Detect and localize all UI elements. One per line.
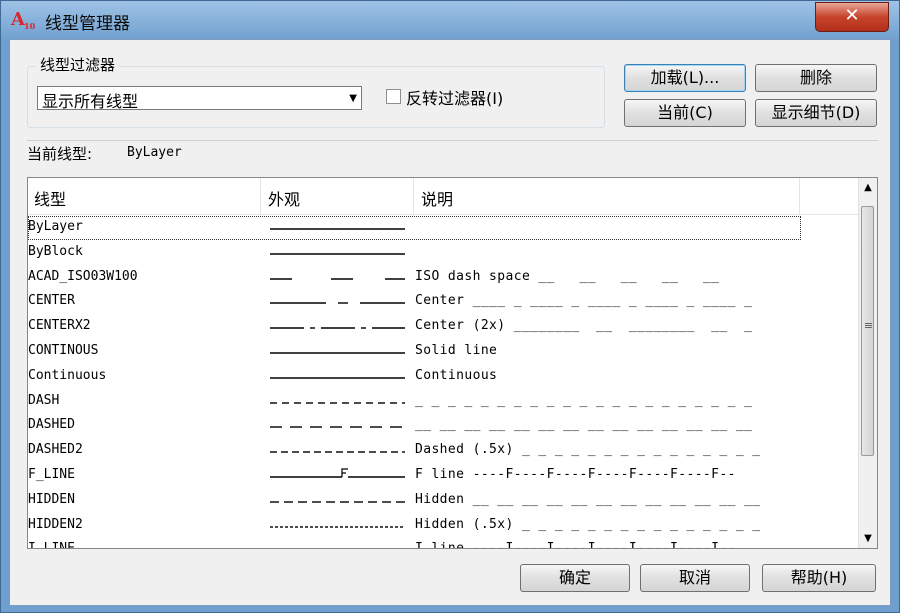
linetype-appearance	[270, 253, 405, 255]
table-row[interactable]: ByLayer	[28, 216, 860, 241]
load-button[interactable]: 加载(L)...	[624, 64, 746, 92]
close-button[interactable]: ✕	[815, 2, 889, 32]
show-details-button[interactable]: 显示细节(D)	[755, 99, 877, 127]
linetype-appearance	[270, 377, 405, 379]
linetype-description: ISO dash space __ __ __ __ __	[415, 268, 720, 284]
dropdown-arrow-icon: ▼	[349, 93, 357, 104]
scroll-up-icon[interactable]: ▲	[859, 182, 877, 193]
linetype-appearance	[270, 501, 405, 503]
linetype-description: Center (2x) ________ __ ________ __ _	[415, 318, 753, 334]
dialog-body: 线型过滤器 显示所有线型 ▼ 反转过滤器(I) 加载(L)... 删除 当前(C…	[9, 39, 891, 606]
title-bar[interactable]: A 10 线型管理器 ✕	[1, 1, 900, 39]
linetype-appearance	[270, 352, 405, 354]
table-row[interactable]: DASHED __ __ __ __ __ __ __ __ __ __ __ _…	[28, 414, 860, 439]
linetype-name: ACAD_ISO03W100	[28, 268, 138, 284]
linetype-name: Continuous	[28, 367, 107, 383]
linetype-description: Hidden (.5x) _ _ _ _ _ _ _ _ _ _ _ _ _ _…	[415, 516, 761, 532]
column-divider[interactable]	[413, 178, 414, 214]
invert-filter-checkbox[interactable]	[386, 89, 401, 104]
table-row[interactable]: Continuous Continuous	[28, 365, 860, 390]
table-row[interactable]: DASH _ _ _ _ _ _ _ _ _ _ _ _ _ _ _ _ _ _ …	[28, 390, 860, 415]
linetype-name: ByBlock	[28, 243, 83, 259]
table-row[interactable]: CENTERX2 Center (2x) ________ __ ________…	[28, 315, 860, 340]
cancel-button[interactable]: 取消	[640, 564, 750, 592]
linetype-name: CENTER	[28, 293, 75, 309]
linetype-appearance	[270, 327, 405, 329]
row-focus-outline	[28, 216, 801, 240]
linetype-name: ByLayer	[28, 219, 83, 234]
linetype-list[interactable]: 线型 外观 说明 ByLayer ByBlock ACAD_ISO03W100 ISO…	[27, 177, 878, 549]
linetype-description: Continuous	[415, 367, 498, 383]
linetype-appearance	[270, 302, 405, 305]
table-row[interactable]: CENTER Center ____ _ ____ _ ____ _ ____ _…	[28, 290, 860, 315]
linetype-name: I_LINE	[28, 541, 75, 549]
linetype-name: HIDDEN2	[28, 516, 83, 532]
invert-filter-label[interactable]: 反转过滤器(I)	[406, 85, 503, 109]
table-row[interactable]: ACAD_ISO03W100 ISO dash space __ __ __ __…	[28, 266, 860, 291]
linetype-appearance	[270, 525, 403, 528]
scroll-thumb[interactable]: ≡	[861, 206, 874, 456]
linetype-manager-window: A 10 线型管理器 ✕ 线型过滤器 显示所有线型 ▼ 反转过滤器(I) 加载(L…	[0, 0, 900, 613]
table-row[interactable]: I_LINE I line ----I----I----I----I----I--…	[28, 538, 860, 549]
delete-button[interactable]: 删除	[755, 64, 877, 92]
linetype-name: F_LINE	[28, 467, 75, 482]
linetype-name: CONTINOUS	[28, 343, 99, 358]
linetype-name: CENTERX2	[28, 318, 91, 334]
linetype-appearance	[270, 426, 402, 429]
linetype-filter-dropdown[interactable]: 显示所有线型 ▼	[37, 86, 362, 111]
grip-icon: ≡	[863, 319, 874, 332]
linetype-appearance	[270, 277, 405, 280]
help-button[interactable]: 帮助(H)	[762, 564, 876, 592]
column-header-description[interactable]: 说明	[421, 186, 453, 210]
linetype-name: DASHED	[28, 417, 75, 433]
linetype-description: __ __ __ __ __ __ __ __ __ __ __ __ __ _…	[415, 417, 753, 433]
filter-selected-value: 显示所有线型	[42, 92, 139, 111]
table-row[interactable]: CONTINOUS Solid line	[28, 340, 860, 365]
linetype-appearance	[270, 541, 405, 549]
linetype-name: HIDDEN	[28, 491, 75, 507]
linetype-description: F line ----F----F----F----F----F----F--	[415, 467, 736, 482]
table-row[interactable]: ByBlock	[28, 241, 860, 266]
table-row[interactable]: DASHED2 Dashed (.5x) _ _ _ _ _ _ _ _ _ _ …	[28, 439, 860, 464]
linetype-glyph-f	[341, 468, 348, 477]
column-divider[interactable]	[260, 178, 261, 214]
current-linetype-label: 当前线型:	[27, 145, 93, 163]
table-row[interactable]: HIDDEN Hidden __ __ __ __ __ __ __ __ __ …	[28, 489, 860, 514]
linetype-filter-label: 线型过滤器	[36, 54, 120, 75]
list-header: 线型 外观 说明	[28, 178, 860, 215]
linetype-description: Hidden __ __ __ __ __ __ __ __ __ __ __ …	[415, 491, 761, 507]
linetype-description: _ _ _ _ _ _ _ _ _ _ _ _ _ _ _ _ _ _ _ _ …	[415, 392, 753, 408]
scroll-down-icon[interactable]: ▼	[859, 533, 877, 544]
current-linetype-row: 当前线型: ByLayer	[27, 140, 878, 165]
table-row[interactable]: HIDDEN2 Hidden (.5x) _ _ _ _ _ _ _ _ _ _ …	[28, 514, 860, 539]
linetype-appearance	[270, 401, 405, 404]
linetype-description: Solid line	[415, 343, 498, 358]
autocad-app-icon: A 10	[11, 9, 36, 31]
linetype-description: Dashed (.5x) _ _ _ _ _ _ _ _ _ _ _ _ _ _…	[415, 442, 761, 458]
table-row[interactable]: F_LINE F line ----F----F----F----F----F--…	[28, 464, 860, 489]
linetype-appearance	[270, 228, 405, 230]
close-icon: ✕	[844, 5, 860, 26]
window-title: 线型管理器	[45, 14, 130, 34]
vertical-scrollbar[interactable]: ▲ ≡ ▼	[858, 178, 877, 548]
ok-button[interactable]: 确定	[520, 564, 630, 592]
linetype-description: I line ----I----I----I----I----I----I--	[415, 541, 736, 549]
column-header-linetype[interactable]: 线型	[34, 186, 66, 210]
linetype-name: DASH	[28, 392, 60, 408]
linetype-name: DASHED2	[28, 442, 83, 458]
set-current-button[interactable]: 当前(C)	[624, 99, 746, 127]
linetype-description: Center ____ _ ____ _ ____ _ ____ _ ____ …	[415, 293, 753, 309]
column-divider[interactable]	[799, 178, 800, 214]
current-linetype-value: ByLayer	[127, 145, 182, 160]
column-header-appearance[interactable]: 外观	[268, 186, 300, 210]
linetype-appearance	[270, 451, 405, 453]
linetype-appearance	[270, 468, 405, 478]
